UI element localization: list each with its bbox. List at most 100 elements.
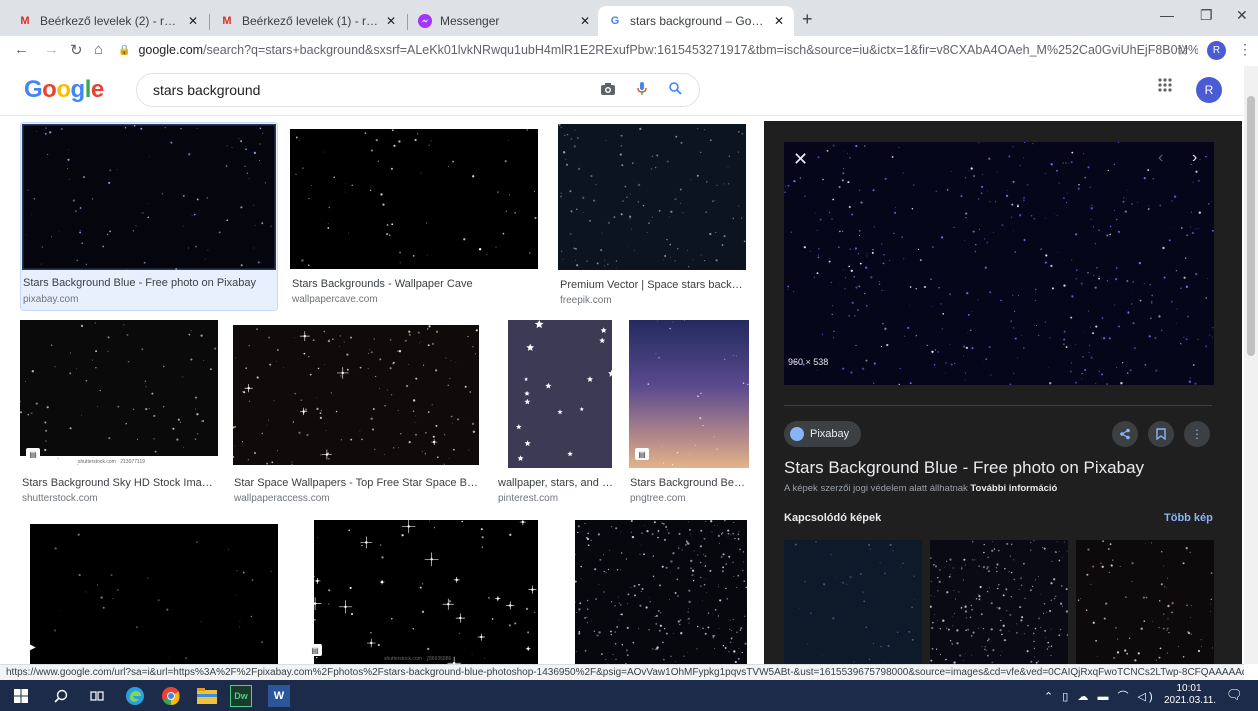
forward-button[interactable]: →: [44, 41, 59, 58]
tab-gmail-1[interactable]: M Beérkező levelek (2) - robertdene ✕: [8, 6, 208, 36]
result-thumbnail[interactable]: [558, 123, 746, 270]
image-result[interactable]: Premium Vector | Space stars backgrou...…: [558, 122, 748, 311]
link-status-bar: https://www.google.com/url?sa=i&url=http…: [0, 664, 1244, 680]
result-caption[interactable]: Stars Background Beau...: [630, 477, 748, 489]
starfield-image: [30, 524, 278, 664]
related-image[interactable]: [1076, 540, 1214, 664]
search-input[interactable]: stars background: [136, 73, 700, 107]
result-thumbnail[interactable]: [21, 123, 277, 271]
result-thumbnail[interactable]: [232, 325, 479, 465]
file-explorer-icon[interactable]: [196, 685, 218, 707]
close-icon[interactable]: ✕: [188, 14, 198, 28]
divider: [784, 405, 1212, 406]
clock[interactable]: 10:01 2021.03.11.: [1164, 683, 1216, 707]
image-result[interactable]: Star Space Wallpapers - Top Free Star Sp…: [232, 320, 482, 505]
result-caption[interactable]: Stars Backgrounds - Wallpaper Cave: [292, 278, 538, 290]
new-tab-button[interactable]: +: [802, 9, 813, 30]
search-icon[interactable]: [50, 685, 72, 707]
image-result[interactable]: wallpaper, stars, and b... pinterest.com: [496, 319, 616, 505]
preview-image[interactable]: [783, 141, 1214, 386]
nebula-image: [629, 319, 749, 468]
back-button[interactable]: ←: [14, 41, 29, 58]
tab-messenger[interactable]: Messenger ✕: [408, 6, 600, 36]
search-icon[interactable]: [669, 82, 682, 98]
save-button[interactable]: [1148, 421, 1174, 447]
image-result[interactable]: ▤ Stars Background Beau... pngtree.com: [628, 319, 750, 505]
previous-image-button[interactable]: ‹: [1158, 149, 1163, 167]
microphone-icon[interactable]: [637, 82, 647, 99]
result-thumbnail[interactable]: ▶: [28, 524, 278, 664]
google-header: Google stars background R: [0, 66, 1244, 116]
image-dimensions: 960 × 538: [788, 357, 829, 367]
dreamweaver-icon[interactable]: Dw: [230, 685, 252, 707]
result-thumbnail[interactable]: [290, 129, 538, 269]
result-caption[interactable]: Star Space Wallpapers - Top Free Star Sp…: [234, 477, 480, 489]
url-field[interactable]: 🔒 google.com/search?q=stars+background&s…: [118, 38, 1198, 62]
starfield-image: [929, 539, 1069, 664]
starfield-image: [783, 141, 1214, 386]
result-caption[interactable]: Premium Vector | Space stars backgrou...: [560, 279, 746, 291]
messenger-icon: [418, 14, 432, 28]
browser-menu-icon[interactable]: ⋮: [1238, 41, 1252, 58]
minimize-button[interactable]: —: [1160, 7, 1174, 23]
result-caption[interactable]: Stars Background Sky HD Stock Images ...: [22, 477, 218, 489]
bookmark-star-icon[interactable]: ☆: [1176, 41, 1189, 59]
maximize-button[interactable]: ❐: [1200, 7, 1213, 24]
result-thumbnail[interactable]: [508, 319, 616, 468]
result-thumbnail[interactable]: ▤ shutterstock.com · 786636886: [308, 518, 538, 664]
image-result[interactable]: [574, 519, 750, 664]
image-result[interactable]: ▶: [28, 520, 280, 664]
window-close-button[interactable]: ✕: [1236, 7, 1248, 24]
edge-icon[interactable]: [124, 685, 146, 707]
result-source: pixabay.com: [23, 294, 79, 305]
tab-gmail-2[interactable]: M Beérkező levelek (1) - rakosrober ✕: [210, 6, 406, 36]
page-scrollbar[interactable]: [1244, 66, 1258, 664]
related-image[interactable]: [929, 539, 1069, 664]
result-caption[interactable]: Stars Background Blue - Free photo on Pi…: [23, 277, 275, 289]
image-result[interactable]: ▤ shutterstock.com · 786636886: [308, 518, 540, 664]
image-result[interactable]: Stars Backgrounds - Wallpaper Cave wallp…: [290, 122, 540, 311]
result-thumbnail[interactable]: [574, 519, 747, 664]
close-preview-button[interactable]: ✕: [793, 149, 808, 170]
camera-icon[interactable]: [601, 82, 615, 98]
account-avatar[interactable]: R: [1196, 77, 1222, 103]
tab-google-search[interactable]: G stars background – Google Keres ✕: [598, 6, 794, 36]
google-logo[interactable]: Google: [24, 76, 104, 104]
google-apps-icon[interactable]: [1158, 78, 1172, 97]
share-button[interactable]: [1112, 421, 1138, 447]
image-result[interactable]: Stars Background Blue - Free photo on Pi…: [20, 122, 278, 311]
browser-profile-avatar[interactable]: R: [1207, 41, 1226, 60]
task-view-icon[interactable]: [86, 685, 108, 707]
image-result[interactable]: ▤ shutterstock.com · 213077119 Stars Bac…: [19, 320, 220, 505]
clock-time: 10:01: [1176, 683, 1202, 694]
word-icon[interactable]: W: [268, 685, 290, 707]
result-source: wallpaperaccess.com: [234, 493, 330, 504]
next-image-button[interactable]: ›: [1192, 149, 1197, 167]
chrome-icon[interactable]: [160, 685, 182, 707]
system-tray-icons[interactable]: ⌃ ▯ ☁ ▬ ⌒ ◁): [1044, 688, 1156, 704]
video-play-icon: ▶: [28, 642, 36, 653]
source-chip[interactable]: Pixabay: [784, 421, 862, 447]
result-source: pngtree.com: [630, 493, 686, 504]
close-icon[interactable]: ✕: [580, 14, 590, 28]
preview-title[interactable]: Stars Background Blue - Free photo on Pi…: [784, 458, 1144, 478]
more-info-link[interactable]: További információ: [970, 483, 1057, 494]
close-icon[interactable]: ✕: [386, 14, 396, 28]
home-button[interactable]: ⌂: [94, 41, 103, 58]
result-thumbnail[interactable]: ▤: [629, 319, 749, 468]
windows-start-icon[interactable]: [10, 685, 32, 707]
notifications-icon[interactable]: 🗨: [1226, 687, 1243, 703]
scrollbar-thumb[interactable]: [1247, 96, 1255, 356]
result-thumbnail[interactable]: ▤ shutterstock.com · 213077119: [19, 320, 218, 468]
url-domain: google.com: [138, 43, 204, 57]
copyright-text: A képek szerzői jogi védelem alatt állha…: [784, 483, 968, 494]
related-image[interactable]: [784, 540, 922, 664]
more-images-link[interactable]: Több kép: [1164, 512, 1213, 524]
reload-button[interactable]: ↻: [70, 41, 83, 59]
url-path: /search?q=stars+background&sxsrf=ALeKk01…: [203, 43, 1198, 57]
close-icon[interactable]: ✕: [774, 14, 784, 28]
result-caption[interactable]: wallpaper, stars, and b...: [498, 477, 616, 489]
result-source: pinterest.com: [498, 493, 559, 504]
more-options-button[interactable]: ⋮: [1184, 421, 1210, 447]
starfield-image: [1076, 540, 1214, 664]
